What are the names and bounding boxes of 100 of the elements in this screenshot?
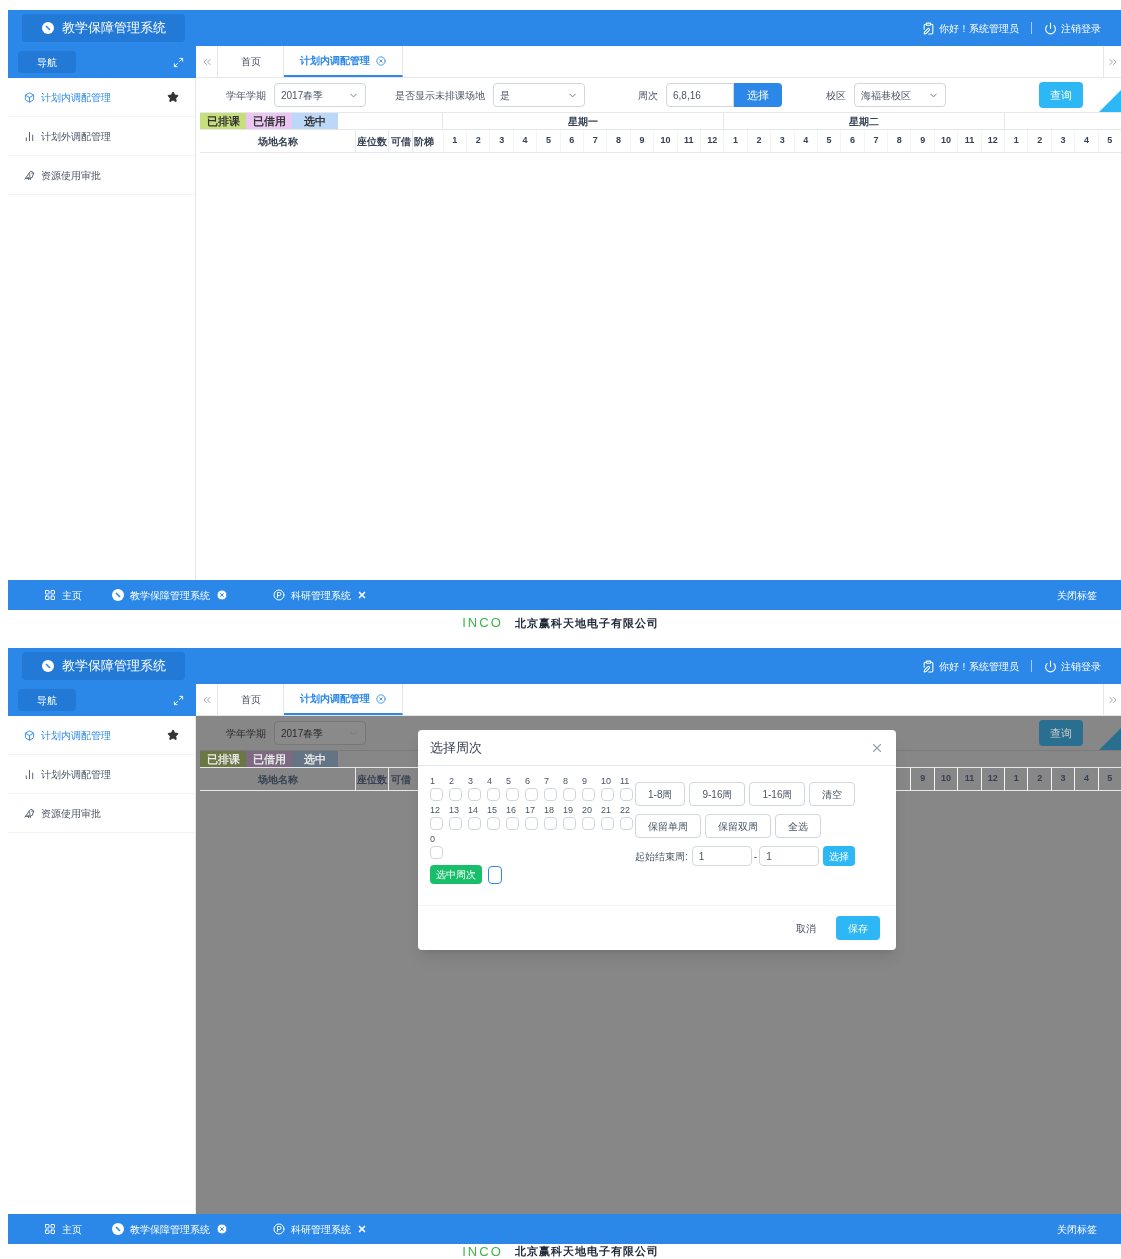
- week-number: 13: [449, 804, 459, 817]
- sidebar-item[interactable]: 计划内调配管理: [8, 716, 195, 755]
- week-checkbox[interactable]: [601, 788, 614, 801]
- sidebar-item[interactable]: 资源使用审批: [8, 794, 195, 833]
- week-number: 17: [525, 804, 535, 817]
- legend-chip: 选中: [292, 751, 338, 767]
- close-tab-icon[interactable]: [376, 693, 386, 704]
- taskbar-item[interactable]: 科研管理系统: [273, 587, 367, 603]
- sidebar-item[interactable]: 计划外调配管理: [8, 117, 195, 156]
- taskbar-item[interactable]: 教学保障管理系统: [112, 587, 228, 603]
- week-checkbox[interactable]: [449, 817, 462, 830]
- expand-icon[interactable]: [173, 56, 184, 68]
- query-button[interactable]: 查询: [1039, 82, 1083, 108]
- period-header: 9: [639, 134, 645, 148]
- nav-button[interactable]: 导航: [18, 51, 76, 73]
- column-header: 座位数: [357, 134, 387, 149]
- period-header: 1: [1013, 772, 1019, 786]
- logo-icon: [112, 589, 124, 601]
- expand-corner-tab[interactable]: [1099, 728, 1121, 750]
- grid-icon: [44, 1223, 56, 1235]
- period-header: 4: [1083, 772, 1089, 786]
- week-checkbox[interactable]: [468, 788, 481, 801]
- sidebar-item[interactable]: 计划外调配管理: [8, 755, 195, 794]
- week-checkbox[interactable]: [487, 788, 500, 801]
- close-icon[interactable]: [216, 1223, 228, 1235]
- range-select-button[interactable]: 选择: [823, 846, 856, 866]
- taskbar-item[interactable]: 科研管理系统: [273, 1221, 367, 1237]
- week-checkbox[interactable]: [487, 817, 500, 830]
- user-card-icon: [922, 21, 935, 35]
- filter-label: 学年学期: [226, 726, 266, 741]
- week-checkbox[interactable]: [430, 817, 443, 830]
- week-checkbox[interactable]: [620, 788, 633, 801]
- company-name: 北京赢科天地电子有限公司: [514, 1244, 659, 1259]
- week-checkbox[interactable]: [506, 788, 519, 801]
- week-checkbox[interactable]: [563, 788, 576, 801]
- week-checkbox[interactable]: [525, 788, 538, 801]
- star-icon[interactable]: [167, 729, 179, 741]
- week-number: 21: [601, 804, 611, 817]
- nav-button[interactable]: 导航: [18, 689, 76, 711]
- week-checkbox[interactable]: [506, 817, 519, 830]
- star-icon[interactable]: [167, 91, 179, 103]
- greeting-text: 你好！系统管理员: [939, 21, 1019, 36]
- expand-corner-tab[interactable]: [1099, 90, 1121, 112]
- preset-button[interactable]: 清空: [809, 782, 856, 806]
- filter-label: 是否显示未排课场地: [395, 88, 485, 103]
- period-header: 2: [1037, 772, 1043, 786]
- page-tab[interactable]: 首页: [218, 684, 284, 715]
- close-tabs-button[interactable]: 关闭标签: [1057, 1221, 1097, 1237]
- week-checkbox[interactable]: [601, 817, 614, 830]
- preset-button[interactable]: 保留单周: [635, 814, 701, 838]
- preset-button[interactable]: 9-16周: [689, 782, 746, 806]
- week-number: 6: [525, 775, 530, 788]
- sidebar-item-label: 计划外调配管理: [41, 129, 111, 144]
- cancel-button[interactable]: 取消: [796, 920, 816, 936]
- select-button[interactable]: 选择: [734, 83, 782, 107]
- bird-icon: [24, 807, 35, 819]
- week-checkbox[interactable]: [468, 817, 481, 830]
- column-header: 可借: [390, 772, 411, 787]
- close-tab-icon[interactable]: [376, 55, 386, 66]
- close-tabs-button[interactable]: 关闭标签: [1057, 587, 1097, 603]
- period-header: 2: [1037, 134, 1043, 148]
- expand-icon[interactable]: [173, 694, 184, 706]
- week-checkbox[interactable]: [449, 788, 462, 801]
- system-title: 教学保障管理系统: [61, 657, 166, 676]
- week-checkbox[interactable]: [430, 788, 443, 801]
- save-button[interactable]: 保存: [836, 916, 880, 940]
- preset-button[interactable]: 保留双周: [705, 814, 771, 838]
- logout-link[interactable]: 注销登录: [1044, 20, 1101, 36]
- week-input-field[interactable]: 6,8,16: [666, 83, 734, 107]
- sidebar-item[interactable]: 资源使用审批: [8, 156, 195, 195]
- preset-button[interactable]: 全选: [775, 814, 821, 838]
- taskbar-item[interactable]: 教学保障管理系统: [112, 1221, 228, 1237]
- taskbar-item[interactable]: 主页: [44, 587, 82, 603]
- week-checkbox[interactable]: [582, 817, 595, 830]
- greeting-text: 你好！系统管理员: [939, 659, 1019, 674]
- week-checkbox[interactable]: [563, 817, 576, 830]
- logout-link[interactable]: 注销登录: [1044, 658, 1101, 674]
- sidebar-item[interactable]: 计划内调配管理: [8, 78, 195, 117]
- select-field[interactable]: 2017春季: [274, 721, 366, 745]
- select-field[interactable]: 海福巷校区: [854, 83, 946, 107]
- page-tab[interactable]: 首页: [218, 46, 284, 77]
- period-header: 2: [475, 134, 481, 148]
- week-checkbox[interactable]: [544, 817, 557, 830]
- select-field[interactable]: 是: [493, 83, 585, 107]
- taskbar-item[interactable]: 主页: [44, 1221, 82, 1237]
- select-field[interactable]: 2017春季: [274, 83, 366, 107]
- query-button[interactable]: 查询: [1039, 720, 1083, 746]
- close-icon[interactable]: [216, 589, 228, 601]
- week-checkbox[interactable]: [620, 817, 633, 830]
- week-checkbox[interactable]: [582, 788, 595, 801]
- week-checkbox[interactable]: [544, 788, 557, 801]
- preset-button[interactable]: 1-16周: [749, 782, 806, 806]
- end-week-field[interactable]: 1: [759, 846, 820, 866]
- week-number: 10: [601, 775, 611, 788]
- week-checkbox[interactable]: [430, 846, 443, 859]
- start-week-field[interactable]: 1: [691, 846, 752, 866]
- preset-button[interactable]: 1-8周: [635, 782, 686, 806]
- selected-weeks-tag: 选中周次: [430, 865, 482, 884]
- user-card-icon: [922, 659, 935, 673]
- week-checkbox[interactable]: [525, 817, 538, 830]
